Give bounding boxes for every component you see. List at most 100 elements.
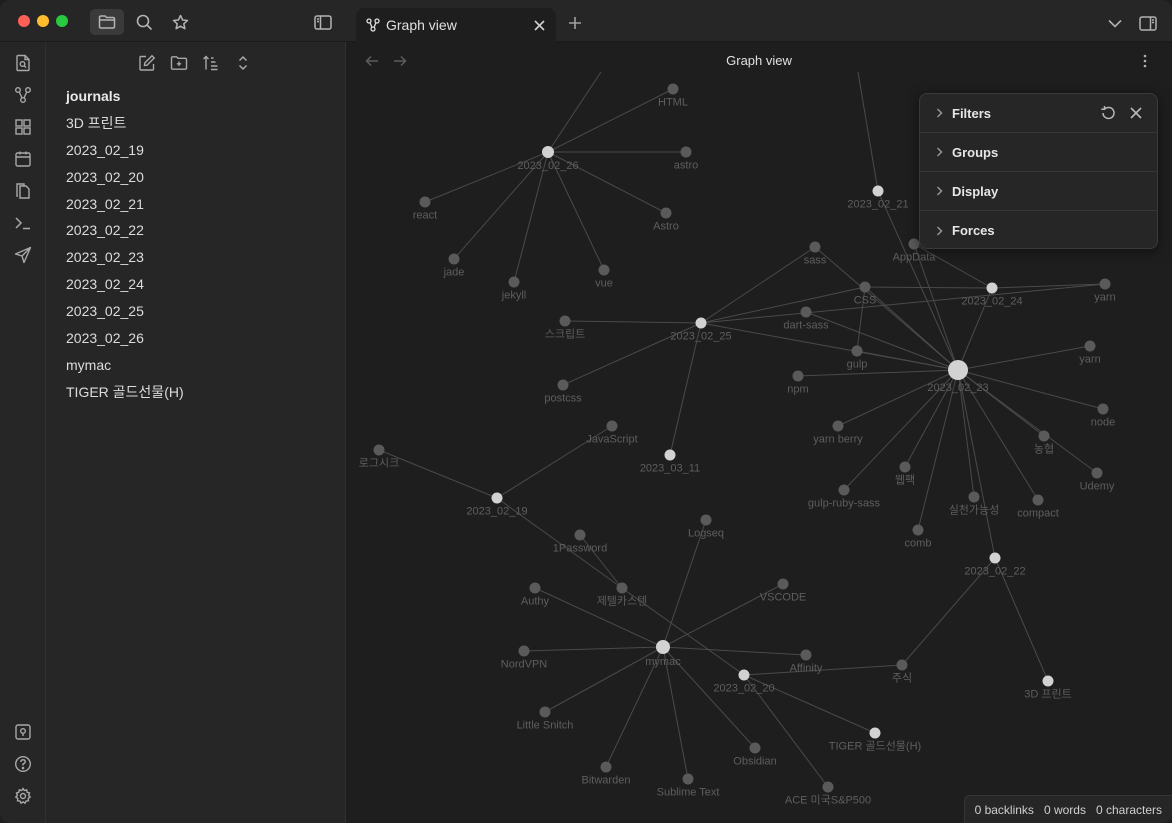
graph-node-dot[interactable] bbox=[1084, 340, 1096, 352]
graph-node-dot[interactable] bbox=[508, 276, 520, 288]
graph-node-n311[interactable]: 2023_03_11 bbox=[640, 449, 700, 475]
toggle-right-sidebar-button[interactable] bbox=[1137, 12, 1159, 34]
tab-graph-view[interactable]: Graph view bbox=[356, 8, 556, 42]
graph-node-n24[interactable]: 2023_02_24 bbox=[961, 282, 1023, 308]
graph-node-script[interactable]: 스크립트 bbox=[545, 315, 585, 341]
graph-node-silcheon[interactable]: 실천가능성 bbox=[949, 491, 1000, 517]
graph-node-yarnberry[interactable]: yarn berry bbox=[813, 420, 863, 446]
file-item[interactable]: 2023_02_24 bbox=[46, 273, 346, 300]
bookmarks-button[interactable] bbox=[163, 9, 197, 35]
graph-node-jade[interactable]: jade bbox=[443, 253, 465, 279]
more-options-button[interactable] bbox=[1136, 52, 1154, 70]
zoom-window-button[interactable] bbox=[56, 15, 68, 27]
graph-node-dot[interactable] bbox=[373, 444, 385, 456]
graph-node-ace[interactable]: ACE 미국S&P500 bbox=[785, 781, 871, 807]
graph-node-dot[interactable] bbox=[912, 524, 924, 536]
graph-node-dot[interactable] bbox=[574, 529, 586, 541]
open-canvas-button[interactable] bbox=[13, 117, 33, 137]
graph-node-dot[interactable] bbox=[809, 241, 821, 253]
graph-node-yarn1[interactable]: yarn bbox=[1094, 278, 1116, 304]
file-item[interactable]: 2023_02_26 bbox=[46, 327, 346, 354]
graph-node-n23[interactable]: 2023_02_23 bbox=[927, 360, 989, 394]
graph-node-npm[interactable]: npm bbox=[787, 370, 809, 396]
graph-node-html[interactable]: HTML bbox=[658, 83, 688, 109]
graph-node-dot[interactable] bbox=[851, 345, 863, 357]
graph-node-dot[interactable] bbox=[529, 582, 541, 594]
graph-node-dot[interactable] bbox=[600, 761, 612, 773]
graph-node-dot[interactable] bbox=[682, 773, 694, 785]
graph-node-dot[interactable] bbox=[656, 640, 670, 654]
graph-node-dot[interactable] bbox=[749, 742, 761, 754]
open-quick-switcher-button[interactable] bbox=[13, 53, 33, 73]
graph-node-dot[interactable] bbox=[792, 370, 804, 382]
graph-node-gulp[interactable]: gulp bbox=[847, 345, 868, 371]
graph-node-nordvpn[interactable]: NordVPN bbox=[501, 645, 548, 671]
minimize-window-button[interactable] bbox=[37, 15, 49, 27]
graph-node-dot[interactable] bbox=[777, 578, 789, 590]
graph-node-astro[interactable]: astro bbox=[674, 146, 698, 172]
graph-node-dot[interactable] bbox=[908, 238, 920, 250]
graph-node-dot[interactable] bbox=[832, 420, 844, 432]
new-tab-button[interactable] bbox=[564, 12, 586, 34]
file-item[interactable]: 2023_02_23 bbox=[46, 246, 346, 273]
help-button[interactable] bbox=[13, 754, 33, 774]
graph-node-sass[interactable]: sass bbox=[804, 241, 827, 267]
graph-node-n26[interactable]: 2023_02_26 bbox=[517, 146, 579, 172]
new-note-button[interactable] bbox=[136, 52, 158, 74]
graph-controls-display[interactable]: Display bbox=[920, 172, 1157, 211]
graph-node-dot[interactable] bbox=[660, 207, 672, 219]
graph-node-dot[interactable] bbox=[700, 514, 712, 526]
graph-node-dot[interactable] bbox=[968, 491, 980, 503]
graph-node-vue[interactable]: vue bbox=[595, 264, 613, 290]
folder-item-journals[interactable]: journals bbox=[46, 85, 346, 112]
graph-node-dot[interactable] bbox=[606, 420, 618, 432]
graph-node-dot[interactable] bbox=[1091, 467, 1103, 479]
file-item[interactable]: 2023_02_21 bbox=[46, 193, 346, 220]
close-window-button[interactable] bbox=[18, 15, 30, 27]
graph-node-dot[interactable] bbox=[986, 282, 998, 294]
graph-node-dot[interactable] bbox=[539, 706, 551, 718]
graph-node-stock[interactable]: 주식 bbox=[892, 659, 912, 685]
graph-node-dot[interactable] bbox=[1099, 278, 1111, 290]
graph-node-dot[interactable] bbox=[448, 253, 460, 265]
tab-list-button[interactable] bbox=[1104, 12, 1126, 34]
open-graph-view-button[interactable] bbox=[13, 85, 33, 105]
graph-node-dot[interactable] bbox=[800, 649, 812, 661]
settings-button[interactable] bbox=[13, 786, 33, 806]
graph-node-tiger[interactable]: TIGER 골드선물(H) bbox=[829, 727, 921, 753]
graph-node-dot[interactable] bbox=[598, 264, 610, 276]
file-item[interactable]: mymac bbox=[46, 354, 346, 381]
graph-node-dot[interactable] bbox=[800, 306, 812, 318]
graph-node-react[interactable]: react bbox=[413, 196, 437, 222]
file-item[interactable]: 2023_02_19 bbox=[46, 139, 346, 166]
graph-controls-groups[interactable]: Groups bbox=[920, 133, 1157, 172]
graph-node-dot[interactable] bbox=[1042, 675, 1054, 687]
graph-node-dot[interactable] bbox=[822, 781, 834, 793]
graph-node-postcss[interactable]: postcss bbox=[544, 379, 582, 405]
graph-node-dot[interactable] bbox=[896, 659, 908, 671]
graph-node-dot[interactable] bbox=[738, 669, 750, 681]
graph-node-dot[interactable] bbox=[899, 461, 911, 473]
graph-node-dot[interactable] bbox=[491, 492, 503, 504]
graph-node-yarn2[interactable]: yarn bbox=[1079, 340, 1101, 366]
graph-controls-forces[interactable]: Forces bbox=[920, 211, 1157, 250]
graph-node-bitwarden[interactable]: Bitwarden bbox=[582, 761, 631, 787]
graph-node-dot[interactable] bbox=[542, 146, 554, 158]
graph-node-Astro[interactable]: Astro bbox=[653, 207, 679, 233]
file-item[interactable]: 2023_02_25 bbox=[46, 300, 346, 327]
graph-node-dot[interactable] bbox=[859, 281, 871, 293]
graph-node-dot[interactable] bbox=[948, 360, 968, 380]
file-item[interactable]: TIGER 골드선물(H) bbox=[46, 381, 346, 408]
open-command-palette-button[interactable] bbox=[13, 213, 33, 233]
graph-node-nonghyup[interactable]: 농협 bbox=[1034, 430, 1054, 456]
file-item[interactable]: 2023_02_22 bbox=[46, 219, 346, 246]
graph-node-dot[interactable] bbox=[872, 185, 884, 197]
graph-node-dot[interactable] bbox=[419, 196, 431, 208]
graph-node-comb[interactable]: comb bbox=[905, 524, 932, 550]
graph-node-logseq[interactable]: Logseq bbox=[688, 514, 724, 540]
graph-node-affinity[interactable]: Affinity bbox=[790, 649, 823, 675]
toggle-left-sidebar-button[interactable] bbox=[306, 9, 340, 35]
graph-node-dot[interactable] bbox=[559, 315, 571, 327]
graph-node-jekyll[interactable]: jekyll bbox=[501, 276, 526, 302]
graph-node-dot[interactable] bbox=[1038, 430, 1050, 442]
